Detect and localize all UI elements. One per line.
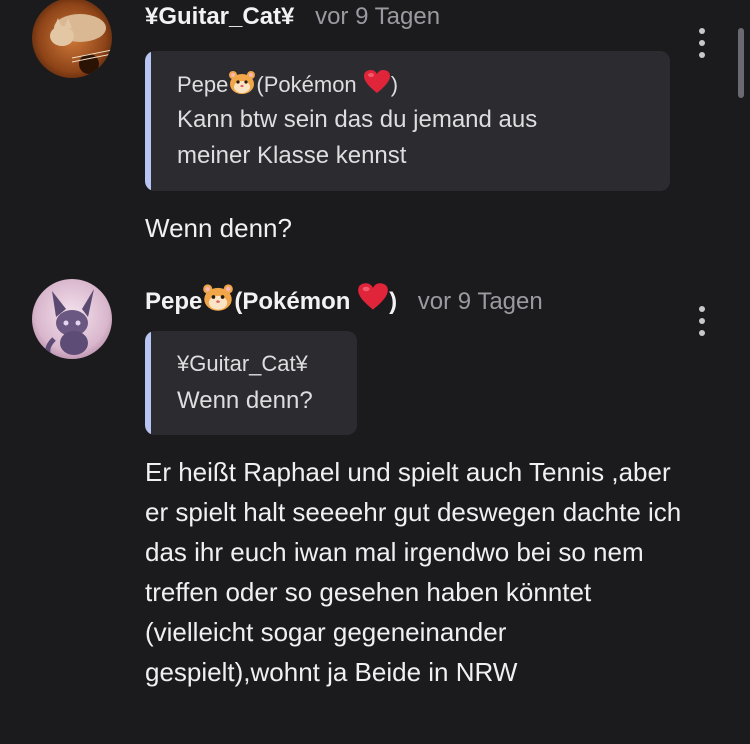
red-heart-icon — [363, 69, 391, 101]
comment-meta: Pepe (Pokémon ) vor 9 Tagen — [145, 282, 543, 320]
avatar[interactable] — [32, 279, 112, 359]
comment-author[interactable]: Pepe (Pokémon ) — [145, 283, 398, 315]
hamster-icon — [202, 282, 234, 320]
hamster-icon — [228, 69, 256, 101]
comment-text: Er heißt Raphael und spielt auch Tennis … — [145, 457, 682, 687]
comment-timestamp: vor 9 Tagen — [315, 3, 441, 30]
more-options-icon[interactable] — [692, 306, 712, 336]
comment-author[interactable]: ¥Guitar_Cat¥ — [145, 3, 294, 30]
quote-author-close: ) — [390, 72, 399, 97]
quote-author: ¥Guitar_Cat¥ — [177, 351, 308, 376]
author-name: Pepe — [145, 288, 203, 315]
more-options-icon[interactable] — [692, 28, 712, 58]
comment-timestamp: vor 9 Tagen — [417, 288, 543, 315]
quote-text: Wenn denn? — [177, 387, 313, 414]
red-heart-icon — [357, 282, 389, 320]
scrollbar[interactable] — [738, 28, 744, 98]
quoted-comment[interactable]: Pepe (Pokémon ) Kann btw sein das du jem… — [145, 51, 670, 191]
quoted-comment[interactable]: ¥Guitar_Cat¥ Wenn denn? — [145, 331, 357, 435]
author-close: ) — [389, 288, 398, 315]
quote-author: Pepe (Pokémon ) — [177, 69, 398, 101]
author-suffix: (Pokémon — [234, 288, 351, 315]
comment-text: Wenn denn? — [145, 213, 292, 243]
quote-author-suffix: (Pokémon — [256, 72, 357, 97]
avatar[interactable] — [32, 0, 112, 78]
comment-meta: ¥Guitar_Cat¥ vor 9 Tagen — [145, 2, 440, 32]
quote-text: Kann btw sein das du jemand aus meiner K… — [177, 106, 538, 169]
quote-author-name: Pepe — [177, 72, 229, 97]
